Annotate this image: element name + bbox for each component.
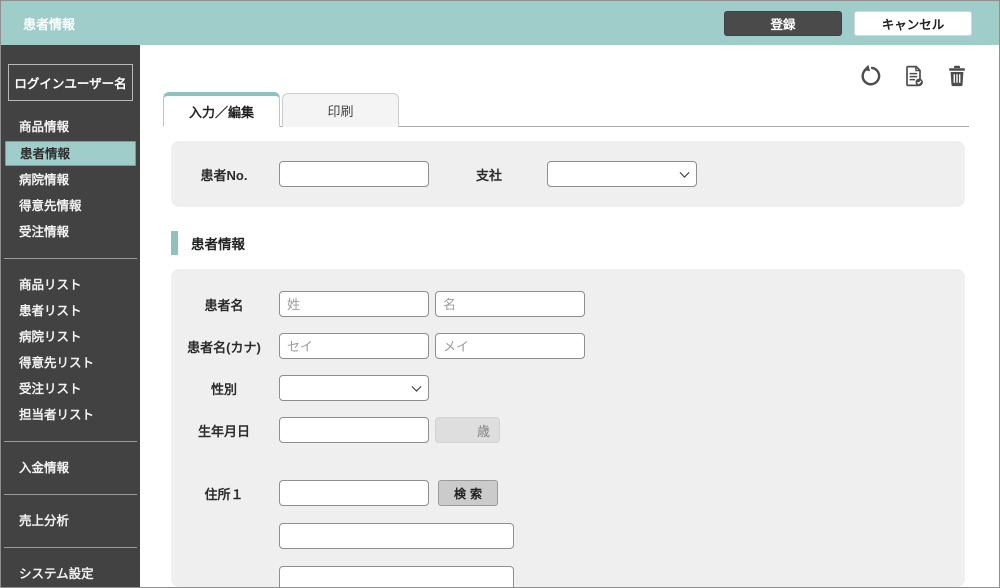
sidebar-item-patient-info[interactable]: 患者情報 [5,141,136,166]
sidebar-item-product-info[interactable]: 商品情報 [1,114,140,140]
sidebar-menu: 商品情報 患者情報 病院情報 得意先情報 受注情報 商品リスト 患者リスト 病院… [1,114,140,587]
patient-name-row: 患者名 [171,291,965,317]
sidebar-item-sales-analysis[interactable]: 売上分析 [1,508,140,534]
patient-no-label: 患者No. [200,167,248,183]
birthdate-label: 生年月日 [197,423,250,439]
patient-no-input[interactable] [279,161,429,187]
section-title: 患者情報 [191,237,245,252]
patient-lookup-panel: 患者No. 支社 [171,141,965,207]
sidebar-divider [4,258,137,259]
address1-row: 住所１ 検索 [171,480,965,506]
top-header-bar: 患者情報 登録 キャンセル [1,1,999,45]
patient-info-section-header: 患者情報 [171,231,969,255]
sidebar-item-customer-info[interactable]: 得意先情報 [1,193,140,219]
address3-row [171,566,965,587]
sidebar-item-hospital-list[interactable]: 病院リスト [1,324,140,350]
tab-bar: 入力／編集 印刷 [163,92,969,127]
birthdate-row: 生年月日 歳 [171,417,965,443]
sidebar-divider [4,547,137,548]
branch-select[interactable] [547,161,697,187]
sidebar-item-system-settings[interactable]: システム設定 [1,561,140,587]
patient-kana-row: 患者名(カナ) [171,333,965,359]
document-check-icon[interactable] [902,64,926,88]
sidebar-item-payment-info[interactable]: 入金情報 [1,455,140,481]
gender-select[interactable] [279,375,429,401]
gender-row: 性別 [171,375,965,401]
record-toolbar [163,63,969,89]
main-panel: 入力／編集 印刷 患者No. 支社 患者情報 患者名 姓 名 患者名(カナ) セ… [140,45,999,587]
sidebar-item-patient-list[interactable]: 患者リスト [1,298,140,324]
sidebar-item-hospital-info[interactable]: 病院情報 [1,167,140,193]
branch-label: 支社 [475,167,502,183]
login-user-name: ログインユーザー名 [8,64,133,101]
kana-first-name-input[interactable] [435,333,585,359]
address3-input[interactable] [279,566,514,587]
gender-label: 性別 [210,381,237,397]
header-actions: 登録 キャンセル [724,10,972,36]
content-area: ログインユーザー名 商品情報 患者情報 病院情報 得意先情報 受注情報 商品リス… [1,45,999,587]
age-unit-label: 歳 [476,423,490,439]
branch-select-wrap [547,161,697,187]
sidebar-item-order-info[interactable]: 受注情報 [1,219,140,245]
age-display-box: 歳 [435,417,500,443]
refresh-icon[interactable] [859,64,883,88]
gender-select-wrap [279,375,429,401]
sidebar-nav: ログインユーザー名 商品情報 患者情報 病院情報 得意先情報 受注情報 商品リス… [1,45,140,587]
first-name-input[interactable] [435,291,585,317]
trash-icon[interactable] [945,64,969,88]
sidebar-item-customer-list[interactable]: 得意先リスト [1,350,140,376]
cancel-button[interactable]: キャンセル [854,10,972,36]
patient-form-panel: 患者名 患者名(カナ) 性別 生年月日 [171,269,965,587]
address1-input[interactable] [279,480,429,506]
sidebar-item-order-list[interactable]: 受注リスト [1,376,140,402]
sidebar-item-staff-list[interactable]: 担当者リスト [1,402,140,428]
section-accent-bar [171,231,178,255]
patient-name-label: 患者名 [204,297,244,313]
sidebar-item-product-list[interactable]: 商品リスト [1,272,140,298]
birthdate-input[interactable] [279,417,429,443]
sidebar-divider [4,441,137,442]
patient-kana-label: 患者名(カナ) [187,339,261,355]
address1-label: 住所１ [204,486,244,502]
kana-last-name-input[interactable] [279,333,429,359]
app-window: 患者情報 登録 キャンセル ログインユーザー名 商品情報 患者情報 病院情報 得… [0,0,1000,588]
address-search-button[interactable]: 検索 [438,480,498,506]
tab-input-edit[interactable]: 入力／編集 [163,92,280,127]
page-title: 患者情報 [23,16,76,32]
sidebar-divider [4,494,137,495]
register-button[interactable]: 登録 [724,10,842,36]
address2-row [171,523,965,549]
tab-print[interactable]: 印刷 [282,93,399,127]
address2-input[interactable] [279,523,514,549]
last-name-input[interactable] [279,291,429,317]
